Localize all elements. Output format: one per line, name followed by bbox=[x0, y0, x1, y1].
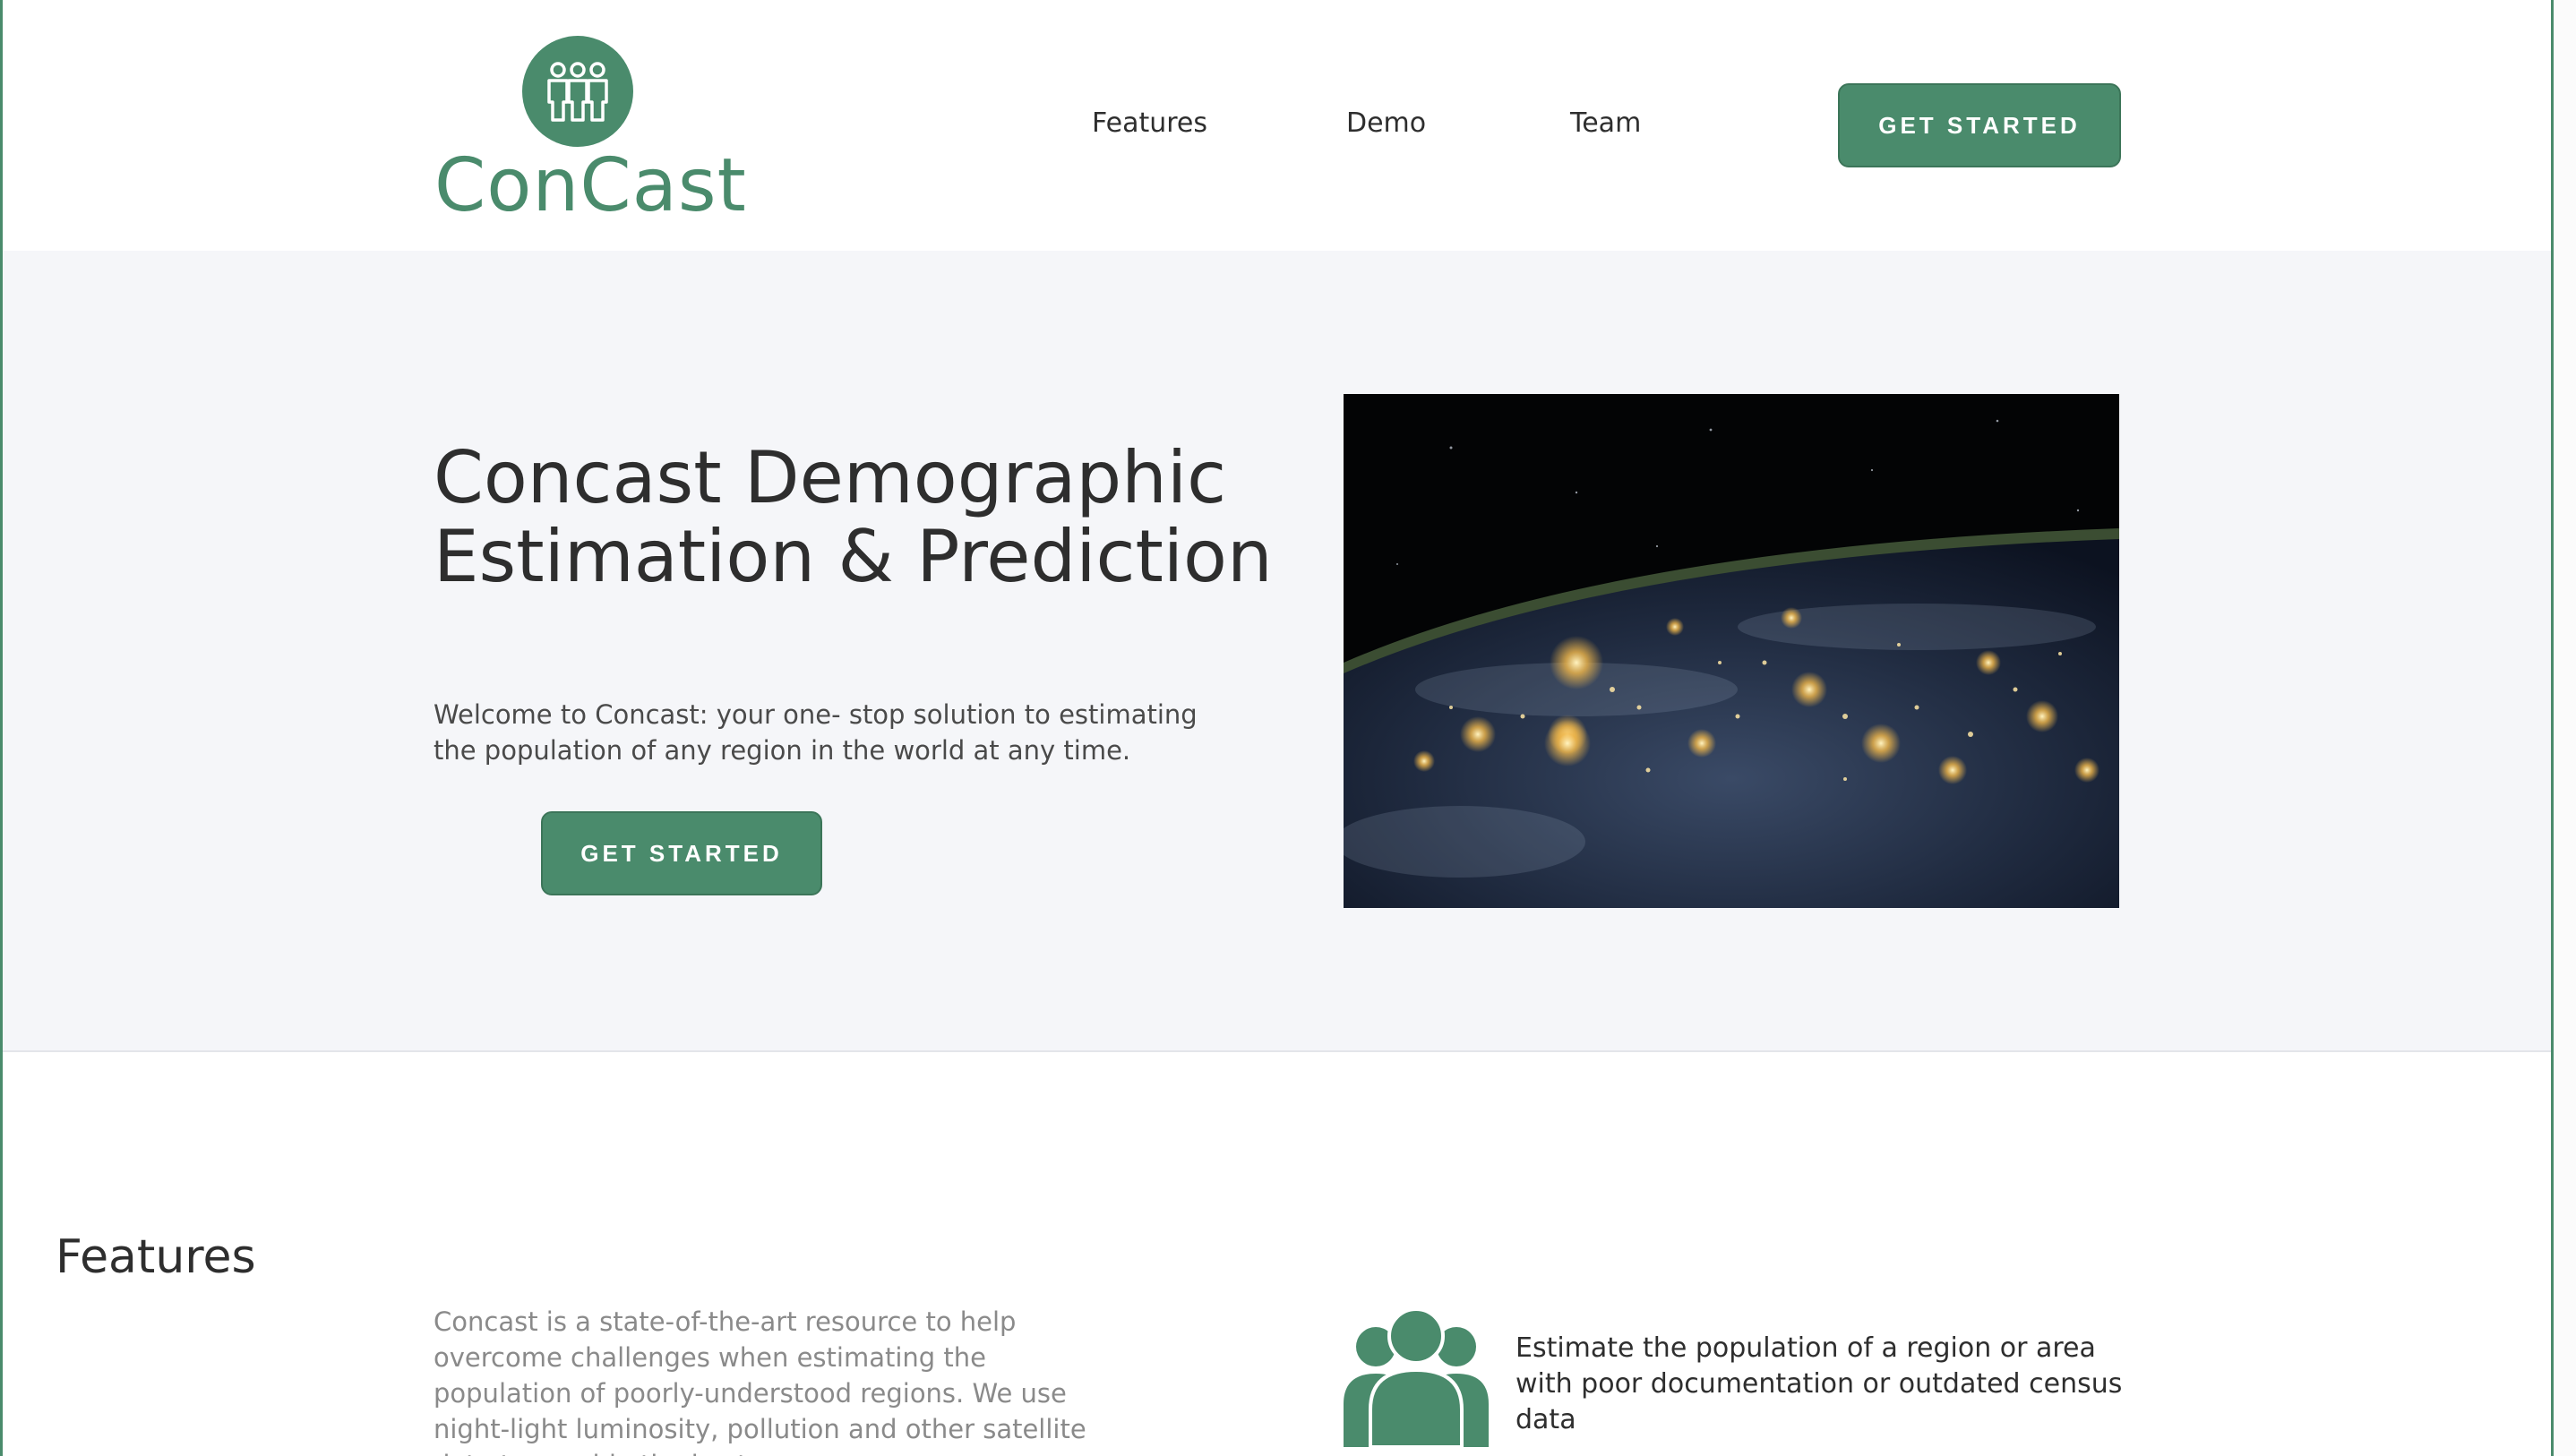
feature-item-text: Estimate the population of a region or a… bbox=[1516, 1332, 2123, 1435]
hero-subtitle: Welcome to Concast: your one- stop solut… bbox=[434, 699, 1198, 766]
hero-section bbox=[3, 251, 2551, 1052]
nav-link-team[interactable]: Team bbox=[1570, 106, 1641, 141]
features-description: Concast is a state-of-the-art resource t… bbox=[434, 1306, 1086, 1456]
logo-badge[interactable] bbox=[522, 36, 633, 147]
people-group-icon bbox=[1344, 1304, 1489, 1449]
people-group-icon bbox=[547, 62, 608, 122]
page: ConCast Features Demo Team GET STARTED C… bbox=[0, 0, 2576, 1456]
header-get-started-button[interactable]: GET STARTED bbox=[1838, 83, 2121, 167]
hero-get-started-label: GET STARTED bbox=[580, 839, 783, 867]
scrollbar-track[interactable] bbox=[2554, 0, 2576, 1456]
hero-get-started-button[interactable]: GET STARTED bbox=[541, 811, 822, 895]
nav-link-demo[interactable]: Demo bbox=[1346, 106, 1426, 141]
nav-link-features[interactable]: Features bbox=[1092, 106, 1207, 141]
hero-title: Concast Demographic Estimation & Predict… bbox=[434, 436, 1273, 598]
features-heading: Features bbox=[56, 1230, 256, 1284]
earth-night-lights-image bbox=[1344, 394, 2119, 908]
site-header: ConCast Features Demo Team GET STARTED bbox=[3, 0, 2551, 251]
brand-logo-text[interactable]: ConCast bbox=[434, 143, 747, 229]
header-get-started-label: GET STARTED bbox=[1878, 111, 2081, 139]
